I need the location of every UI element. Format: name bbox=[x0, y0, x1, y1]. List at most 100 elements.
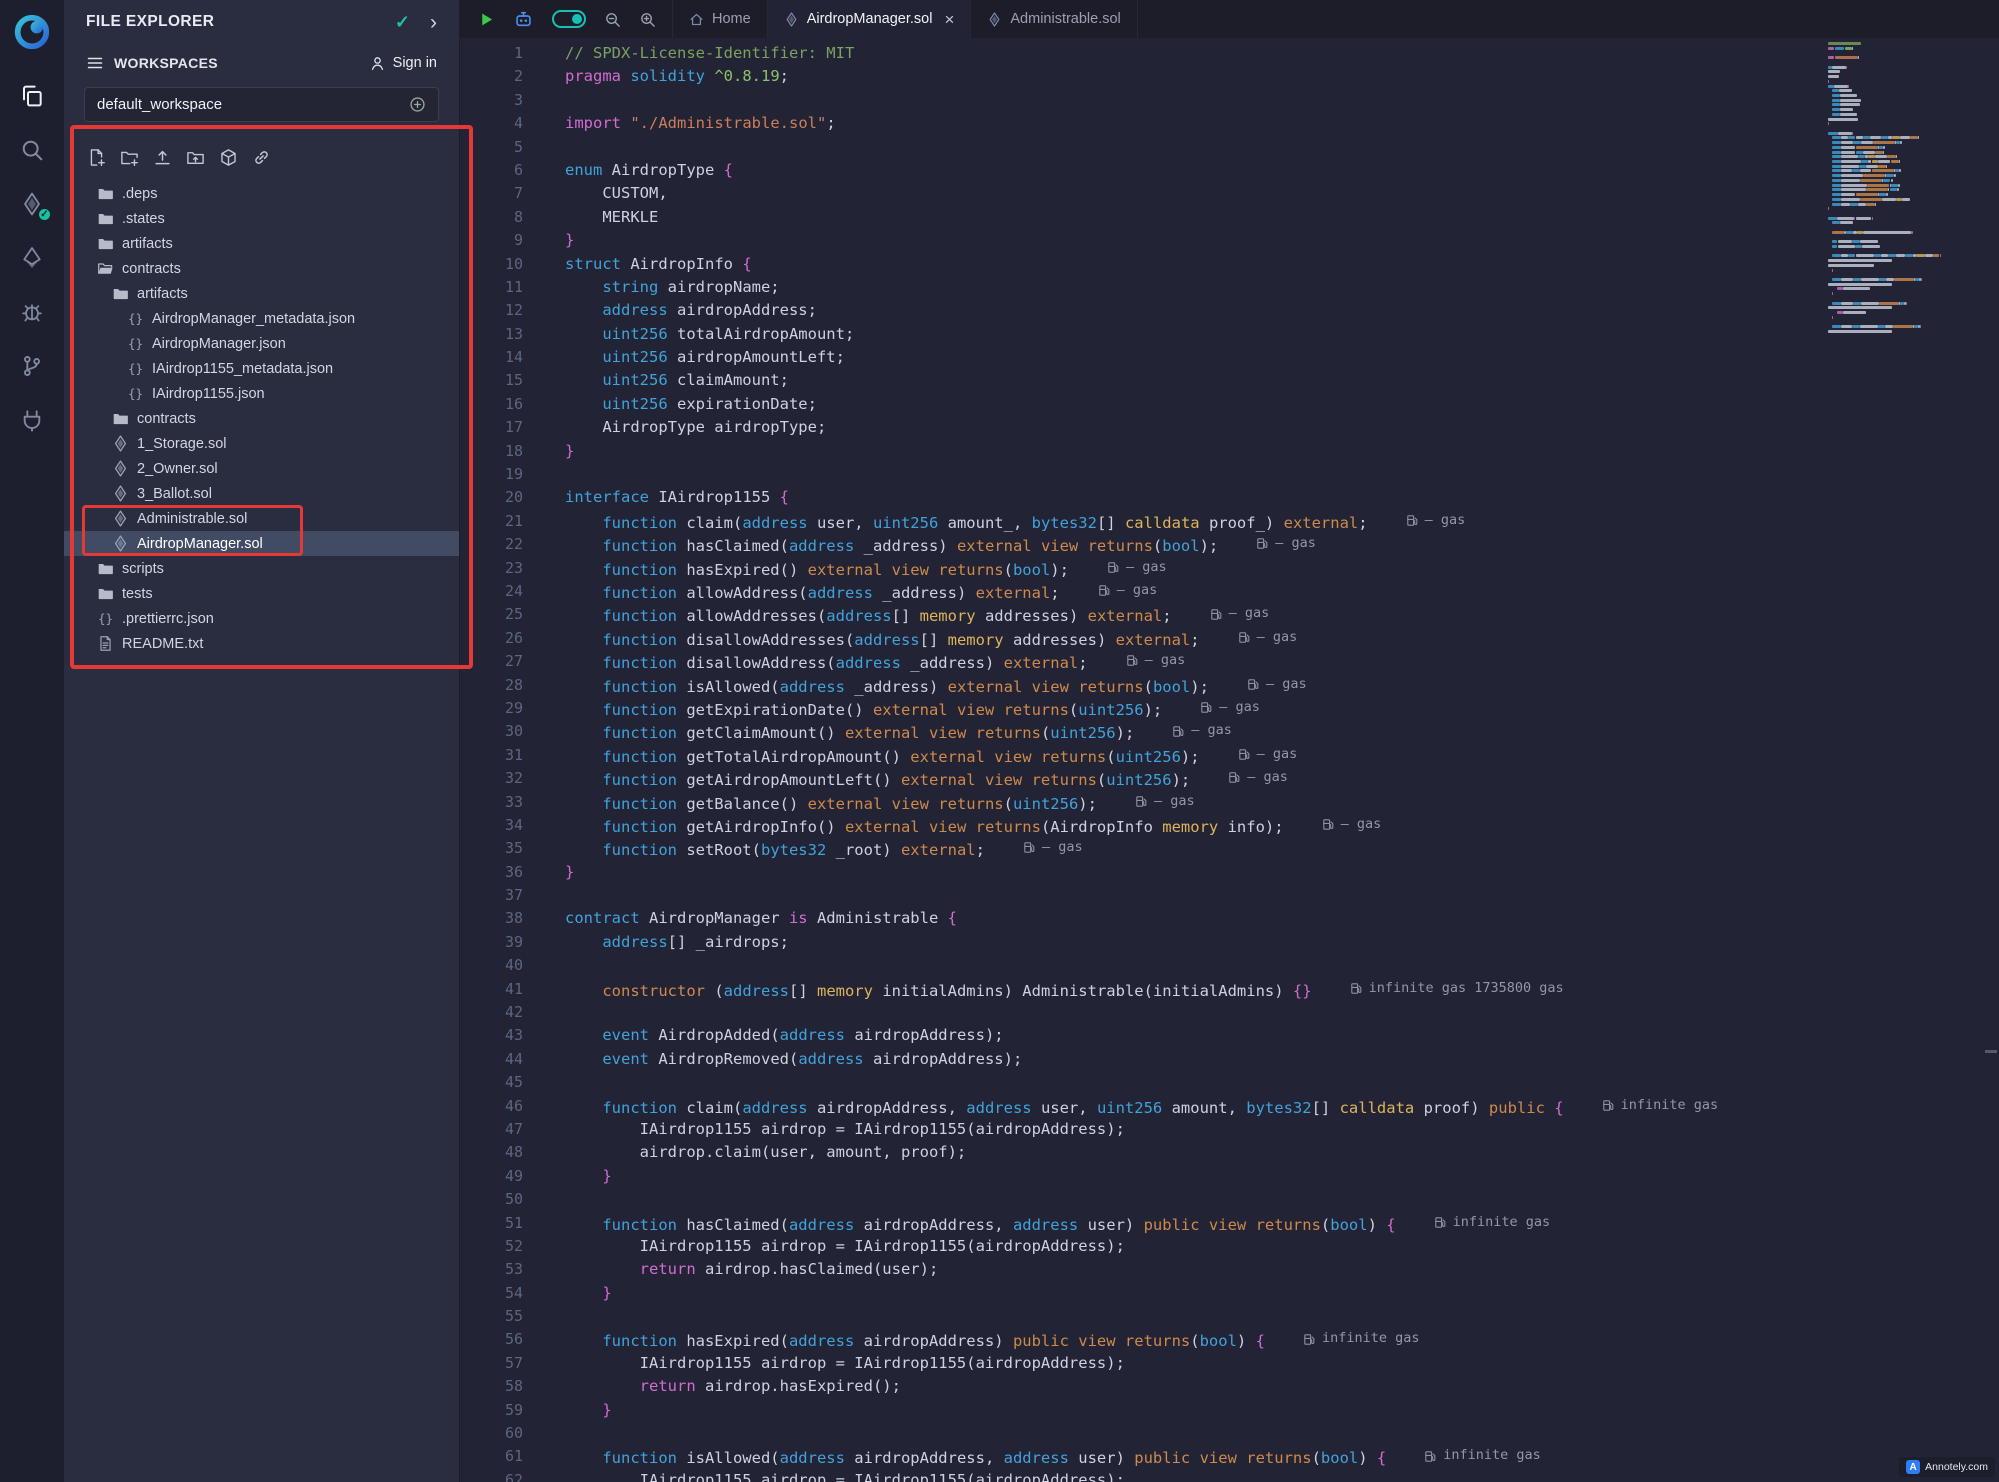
line-number: 42 bbox=[460, 1001, 523, 1024]
file-IAirdrop1155_metadata.json[interactable]: {}IAirdrop1155_metadata.json bbox=[64, 356, 459, 381]
deploy-and-run-icon[interactable] bbox=[0, 231, 64, 285]
folder-contracts[interactable]: contracts bbox=[64, 256, 459, 281]
compile-success-badge: ✓ bbox=[37, 207, 52, 222]
code-line: 53 return airdrop.hasClaimed(user); bbox=[460, 1258, 1999, 1281]
chevron-right-icon[interactable]: › bbox=[430, 12, 437, 33]
file-IAirdrop1155.json[interactable]: {}IAirdrop1155.json bbox=[64, 381, 459, 406]
remix-logo[interactable] bbox=[0, 0, 64, 64]
line-number: 27 bbox=[460, 650, 523, 673]
folder-contracts[interactable]: contracts bbox=[64, 406, 459, 431]
line-number: 45 bbox=[460, 1071, 523, 1094]
zoom-out-icon[interactable] bbox=[604, 11, 621, 28]
code-line: 56 function hasExpired(address airdropAd… bbox=[460, 1328, 1999, 1351]
file-label: AirdropManager.sol bbox=[137, 536, 263, 552]
line-number: 18 bbox=[460, 440, 523, 463]
cube-icon[interactable] bbox=[219, 148, 238, 167]
tab-Home[interactable]: Home bbox=[673, 0, 768, 38]
menu-icon[interactable] bbox=[86, 54, 104, 72]
gas-estimate: infinite gas bbox=[1602, 1094, 1719, 1117]
file-2_Owner.sol[interactable]: 2_Owner.sol bbox=[64, 456, 459, 481]
file-Administrable.sol[interactable]: Administrable.sol bbox=[64, 506, 459, 531]
gas-estimate-text: – gas bbox=[1229, 602, 1270, 625]
line-number: 14 bbox=[460, 346, 523, 369]
code-line: 2pragma solidity ^0.8.19; bbox=[460, 65, 1999, 88]
code-line: 30 function getClaimAmount() external vi… bbox=[460, 720, 1999, 743]
panel-title: FILE EXPLORER bbox=[86, 13, 214, 31]
link-icon bbox=[252, 148, 271, 167]
folder-icon bbox=[97, 235, 114, 252]
zoom-in-icon[interactable] bbox=[639, 11, 656, 28]
gas-estimate-text: – gas bbox=[1275, 532, 1316, 555]
file-explorer-icon[interactable] bbox=[0, 69, 64, 123]
file-AirdropManager.sol[interactable]: AirdropManager.sol bbox=[64, 531, 459, 556]
code-line: 48 airdrop.claim(user, amount, proof); bbox=[460, 1141, 1999, 1164]
tab-AirdropManager.sol[interactable]: AirdropManager.sol × bbox=[768, 0, 972, 38]
folder-tests[interactable]: tests bbox=[64, 581, 459, 606]
code-line: 31 function getTotalAirdropAmount() exte… bbox=[460, 744, 1999, 767]
code-line: 50 bbox=[460, 1188, 1999, 1211]
tab-Administrable.sol[interactable]: Administrable.sol bbox=[971, 0, 1137, 38]
tab-label: Home bbox=[712, 11, 751, 27]
file-AirdropManager_metadata.json[interactable]: {}AirdropManager_metadata.json bbox=[64, 306, 459, 331]
gas-estimate: – gas bbox=[1210, 602, 1270, 625]
upload-file-icon[interactable] bbox=[153, 148, 172, 167]
gas-estimate: – gas bbox=[1098, 579, 1158, 602]
gas-estimate-text: infinite gas bbox=[1322, 1327, 1420, 1350]
folder-.deps[interactable]: .deps bbox=[64, 181, 459, 206]
sign-in-button[interactable]: Sign in bbox=[369, 55, 437, 72]
check-icon[interactable]: ✓ bbox=[395, 12, 410, 33]
run-script-icon[interactable] bbox=[478, 11, 495, 28]
ai-assistant-icon[interactable] bbox=[513, 9, 534, 30]
minimap[interactable] bbox=[1828, 42, 1950, 472]
plugin-manager-icon[interactable] bbox=[0, 393, 64, 447]
gas-icon bbox=[1098, 584, 1111, 597]
line-number: 50 bbox=[460, 1188, 523, 1211]
line-number: 3 bbox=[460, 89, 523, 112]
code-area[interactable]: 1// SPDX-License-Identifier: MIT2pragma … bbox=[460, 38, 1999, 1482]
add-workspace-icon[interactable] bbox=[409, 96, 426, 113]
file-label: scripts bbox=[122, 561, 164, 577]
gas-estimate-text: – gas bbox=[1219, 696, 1260, 719]
file-1_Storage.sol[interactable]: 1_Storage.sol bbox=[64, 431, 459, 456]
folder-.states[interactable]: .states bbox=[64, 206, 459, 231]
file-README.txt[interactable]: README.txt bbox=[64, 631, 459, 656]
gas-icon bbox=[1322, 818, 1335, 831]
code-line: 62 IAirdrop1155 airdrop = IAirdrop1155(a… bbox=[460, 1469, 1999, 1482]
file-3_Ballot.sol[interactable]: 3_Ballot.sol bbox=[64, 481, 459, 506]
solidity-compiler-icon[interactable]: ✓ bbox=[0, 177, 64, 231]
scrollbar-thumb[interactable] bbox=[1985, 1050, 1997, 1053]
line-number: 20 bbox=[460, 486, 523, 509]
new-file-icon[interactable] bbox=[87, 148, 106, 167]
close-tab-icon[interactable]: × bbox=[944, 11, 954, 28]
code-line: 17 AirdropType airdropType; bbox=[460, 416, 1999, 439]
code-line: 10struct AirdropInfo { bbox=[460, 253, 1999, 276]
link-icon[interactable] bbox=[252, 148, 271, 167]
eth-icon bbox=[20, 246, 44, 270]
git-icon[interactable] bbox=[0, 339, 64, 393]
code-line: 7 CUSTOM, bbox=[460, 182, 1999, 205]
line-number: 49 bbox=[460, 1165, 523, 1188]
workspace-selector[interactable]: default_workspace bbox=[84, 87, 439, 122]
workspace-name: default_workspace bbox=[97, 96, 222, 113]
gas-estimate: – gas bbox=[1247, 673, 1307, 696]
file-label: 2_Owner.sol bbox=[137, 461, 218, 477]
file-AirdropManager.json[interactable]: {}AirdropManager.json bbox=[64, 331, 459, 356]
code-line: 38contract AirdropManager is Administrab… bbox=[460, 907, 1999, 930]
debugger-icon[interactable] bbox=[0, 285, 64, 339]
file-label: .deps bbox=[122, 186, 157, 202]
folder-artifacts[interactable]: artifacts bbox=[64, 231, 459, 256]
new-folder-icon[interactable] bbox=[120, 148, 139, 167]
gas-estimate-text: – gas bbox=[1154, 790, 1195, 813]
file-.prettierrc.json[interactable]: {}.prettierrc.json bbox=[64, 606, 459, 631]
line-number: 6 bbox=[460, 159, 523, 182]
plug-icon bbox=[20, 408, 44, 432]
home-icon bbox=[689, 12, 704, 27]
folder-artifacts[interactable]: artifacts bbox=[64, 281, 459, 306]
search-icon[interactable] bbox=[0, 123, 64, 177]
folder-scripts[interactable]: scripts bbox=[64, 556, 459, 581]
upload-folder-icon[interactable] bbox=[186, 148, 205, 167]
tab-label: AirdropManager.sol bbox=[807, 11, 933, 27]
copilot-toggle[interactable] bbox=[552, 10, 586, 28]
gas-estimate: infinite gas bbox=[1434, 1211, 1551, 1234]
line-number: 57 bbox=[460, 1352, 523, 1375]
